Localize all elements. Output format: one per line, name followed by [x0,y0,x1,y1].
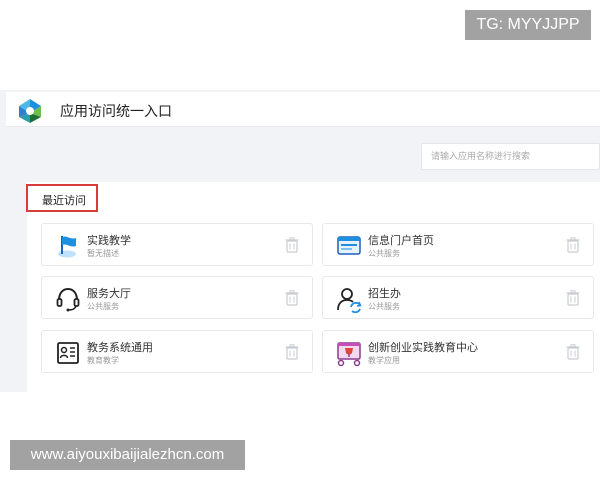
app-header: 应用访问统一入口 [6,92,600,127]
trophy-screen-icon [337,342,361,367]
app-card-title: 信息门户首页 [368,234,434,247]
app-card-practice-teaching[interactable]: 实践教学 暂无描述 [41,223,313,266]
trash-icon[interactable] [285,344,299,360]
users-refresh-icon [337,288,362,313]
trash-icon[interactable] [566,237,580,253]
tg-watermark-badge: TG: MYYJJPP [465,10,591,40]
app-card-innovation-center[interactable]: 创新创业实践教育中心 教学应用 [322,330,594,373]
recent-section-highlight: 最近访问 [26,184,98,212]
recent-section-title: 最近访问 [42,194,86,207]
app-card-title: 服务大厅 [87,287,131,300]
app-card-academic-affairs[interactable]: 教务系统通用 教育教学 [41,330,313,373]
app-card-subtitle: 教学应用 [368,356,400,365]
app-card-admissions[interactable]: 招生办 公共服务 [322,276,594,319]
app-card-title: 实践教学 [87,234,131,247]
trash-icon[interactable] [566,290,580,306]
browser-window-icon [337,236,361,255]
page-title: 应用访问统一入口 [60,104,172,120]
app-portal-logo-icon [19,99,41,123]
app-card-subtitle: 教育教学 [87,356,119,365]
app-card-subtitle: 暂无描述 [87,249,119,258]
site-url-watermark: www.aiyouxibaijialezhcn.com [10,440,245,470]
flag-icon [58,236,76,258]
app-card-title: 招生办 [368,287,401,300]
app-card-subtitle: 公共服务 [87,302,119,311]
app-card-subtitle: 公共服务 [368,302,400,311]
trash-icon[interactable] [285,290,299,306]
search-input[interactable] [422,144,599,170]
app-card-subtitle: 公共服务 [368,249,400,258]
trash-icon[interactable] [566,344,580,360]
search-box[interactable] [421,143,600,170]
trash-icon[interactable] [285,237,299,253]
headset-icon [56,287,80,312]
app-card-title: 教务系统通用 [87,341,153,354]
app-card-info-portal[interactable]: 信息门户首页 公共服务 [322,223,594,266]
app-card-service-hall[interactable]: 服务大厅 公共服务 [41,276,313,319]
app-card-title: 创新创业实践教育中心 [368,341,478,354]
page: TG: MYYJJPP 应用访问统一入口 最近访问 [0,0,600,480]
id-card-icon [57,342,79,364]
